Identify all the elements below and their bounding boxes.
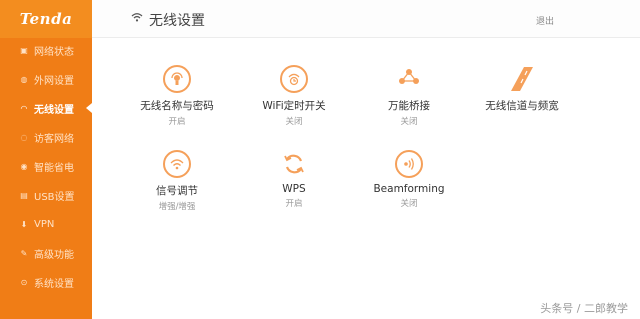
tile-status: 关闭 — [400, 199, 418, 209]
tools-icon: ✎ — [20, 249, 28, 258]
wps-icon — [280, 150, 308, 178]
sidebar-item-network-status[interactable]: ▣ 网络状态 — [0, 36, 92, 65]
sidebar-item-label: 网络状态 — [34, 47, 74, 58]
sidebar-item-label: 访客网络 — [34, 134, 74, 145]
tile-wps[interactable]: WPS 开启 — [234, 150, 354, 209]
tile-ssid-password[interactable]: 无线名称与密码 开启 — [117, 65, 237, 127]
tile-label: WPS — [282, 183, 306, 195]
wifi-icon: ◠ — [20, 104, 28, 113]
logo-text: Tenda — [19, 10, 73, 28]
bridge-icon — [395, 65, 423, 93]
sidebar-item-guest-network[interactable]: ◌ 访客网络 — [0, 123, 92, 152]
usb-icon: ▤ — [20, 191, 28, 200]
sidebar-item-label: 无线设置 — [34, 105, 74, 116]
signal-adjust-icon — [163, 150, 191, 178]
sidebar-item-power-saving[interactable]: ◉ 智能省电 — [0, 152, 92, 181]
settings-icon: ⊙ — [20, 278, 28, 287]
sidebar-item-label: 外网设置 — [34, 76, 74, 87]
vpn-icon: ⬇ — [20, 220, 28, 229]
watermark: 头条号 / 二郎教学 — [540, 302, 628, 315]
tile-status: 增强/增强 — [158, 202, 196, 212]
globe-icon: ◍ — [20, 75, 28, 84]
tile-status: 关闭 — [400, 117, 418, 127]
sidebar-item-label: USB设置 — [34, 192, 75, 203]
tile-wifi-schedule[interactable]: WiFi定时开关 关闭 — [234, 65, 354, 127]
timer-icon — [280, 65, 308, 93]
page-title: 无线设置 — [149, 13, 205, 29]
sidebar-item-label: VPN — [34, 219, 55, 230]
brand-logo[interactable]: Tenda — [0, 0, 92, 38]
guest-network-icon: ◌ — [20, 133, 28, 142]
tile-label: 无线名称与密码 — [140, 100, 214, 112]
sidebar-item-label: 智能省电 — [34, 163, 74, 174]
beamforming-icon — [395, 150, 423, 178]
tile-status: 开启 — [168, 117, 186, 127]
tile-beamforming[interactable]: Beamforming 关闭 — [349, 150, 469, 209]
tile-signal-adjust[interactable]: 信号调节 增强/增强 — [117, 150, 237, 212]
tile-label: WiFi定时开关 — [262, 100, 326, 112]
sidebar-nav: ▣ 网络状态 ◍ 外网设置 ◠ 无线设置 ◌ 访客网络 ◉ 智能省电 ▤ USB… — [0, 36, 92, 297]
logout-link[interactable]: 退出 — [536, 14, 554, 27]
wifi-icon — [131, 13, 143, 22]
sidebar-item-advanced[interactable]: ✎ 高级功能 — [0, 239, 92, 268]
sidebar-item-wireless-settings[interactable]: ◠ 无线设置 — [0, 94, 92, 123]
sidebar-item-vpn[interactable]: ⬇ VPN — [0, 210, 92, 239]
sidebar-item-system-settings[interactable]: ⊙ 系统设置 — [0, 268, 92, 297]
tile-status: 关闭 — [285, 117, 303, 127]
tile-label: 无线信道与频宽 — [485, 100, 559, 112]
tile-label: Beamforming — [373, 183, 445, 195]
sidebar-item-label: 高级功能 — [34, 250, 74, 261]
header-bar: 无线设置 退出 — [92, 0, 640, 38]
tile-label: 万能桥接 — [388, 100, 430, 112]
signal-lock-icon — [163, 65, 191, 93]
sidebar-item-usb-settings[interactable]: ▤ USB设置 — [0, 181, 92, 210]
main-panel: 无线设置 退出 无线名称与密码 开启 WiFi定时开关 关闭 万能桥接 关闭 无… — [92, 0, 640, 319]
bulb-icon: ◉ — [20, 162, 28, 171]
sidebar: Tenda ▣ 网络状态 ◍ 外网设置 ◠ 无线设置 ◌ 访客网络 ◉ 智能省电… — [0, 0, 92, 319]
sidebar-item-wan-settings[interactable]: ◍ 外网设置 — [0, 65, 92, 94]
road-icon — [508, 65, 536, 93]
tile-universal-bridge[interactable]: 万能桥接 关闭 — [349, 65, 469, 127]
sidebar-item-label: 系统设置 — [34, 279, 74, 290]
network-status-icon: ▣ — [20, 46, 28, 55]
tile-channel-bandwidth[interactable]: 无线信道与频宽 — [462, 65, 582, 115]
tile-label: 信号调节 — [156, 185, 198, 197]
tile-status: 开启 — [285, 199, 303, 209]
